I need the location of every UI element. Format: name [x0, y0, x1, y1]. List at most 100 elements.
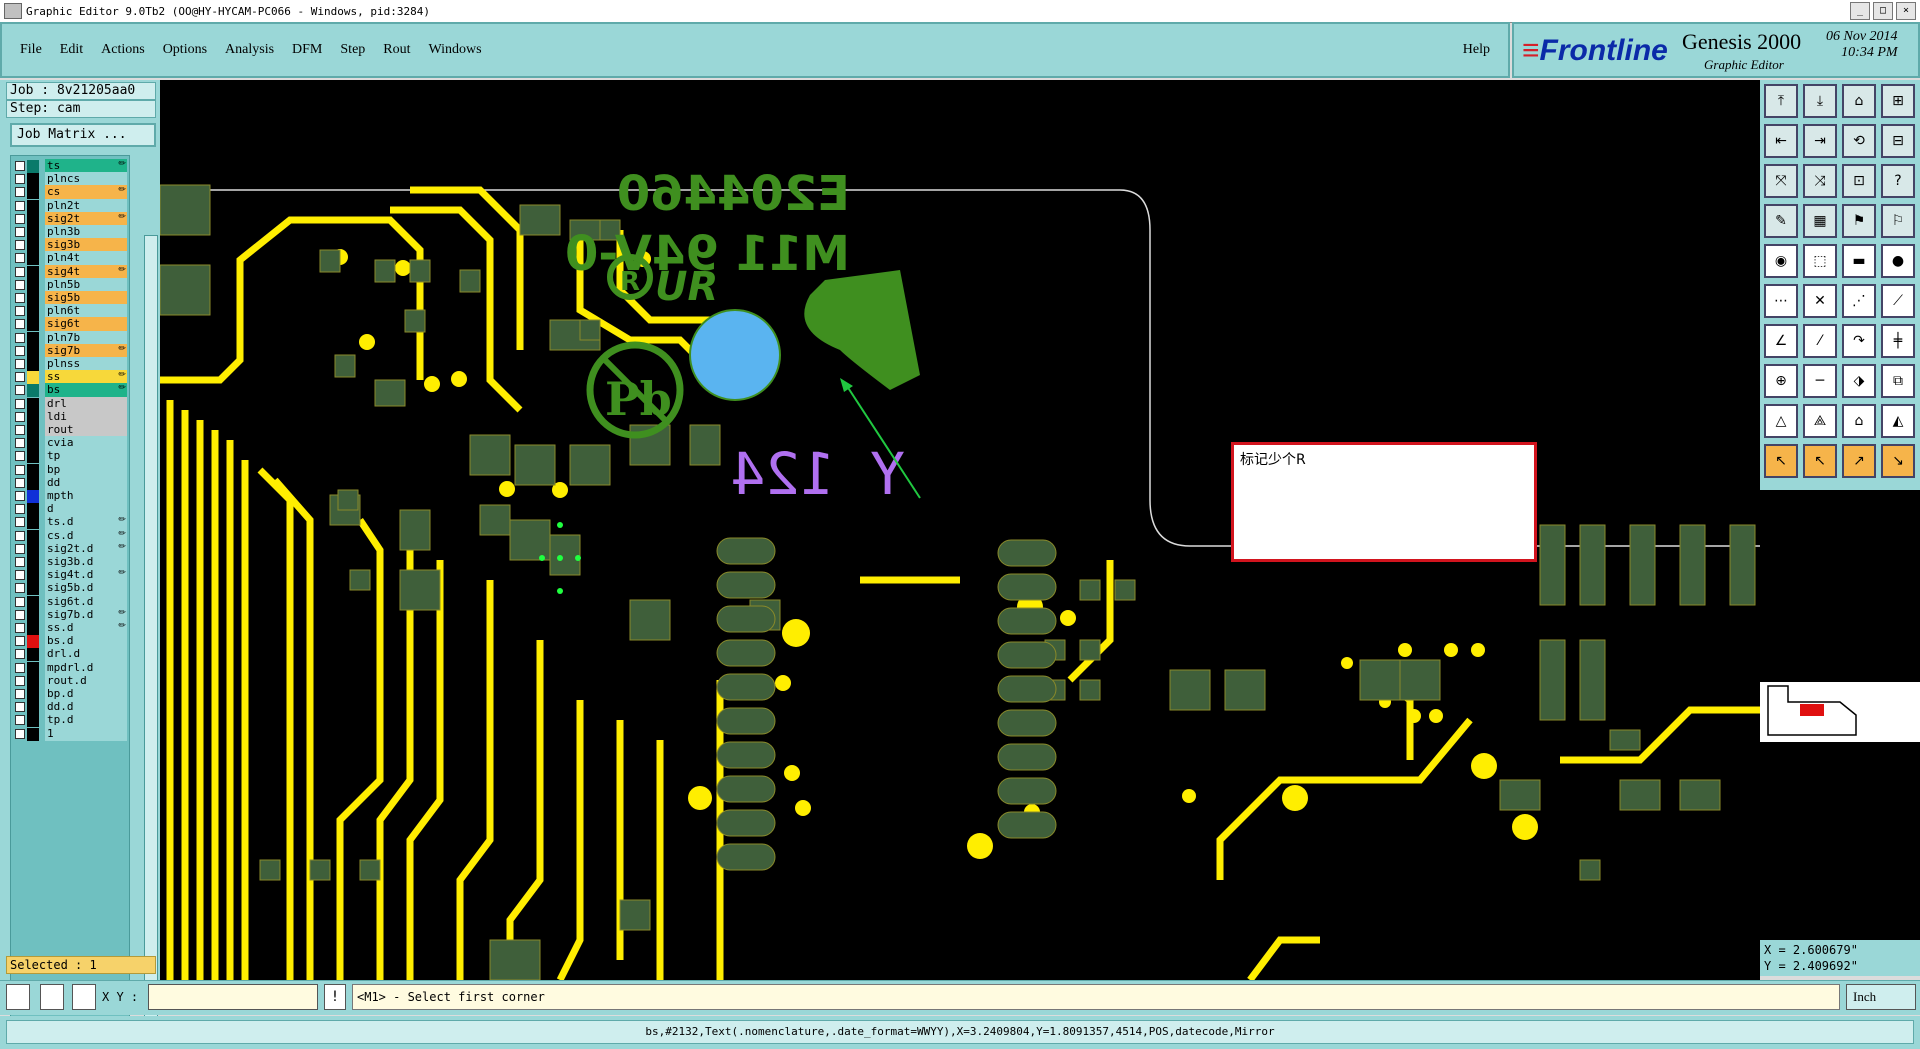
maximize-button[interactable]: □	[1873, 2, 1893, 20]
layer-checkbox[interactable]	[15, 332, 25, 343]
tool-button-icon[interactable]: ╪	[1881, 324, 1915, 358]
layer-name[interactable]: sig2t	[45, 211, 127, 226]
layer-name[interactable]: pln2t	[45, 198, 127, 213]
tool-button-icon[interactable]: ↖	[1803, 444, 1837, 478]
layer-name[interactable]: cs.d	[45, 528, 127, 543]
layer-name[interactable]: bs.d	[45, 634, 127, 649]
layer-name[interactable]: sig3b.d	[45, 555, 127, 569]
snap-icon[interactable]	[6, 984, 30, 1010]
layer-checkbox[interactable]	[15, 279, 25, 290]
tool-button-icon[interactable]: ↖	[1764, 444, 1798, 478]
menu-actions[interactable]: Actions	[101, 42, 145, 58]
layer-checkbox[interactable]	[15, 649, 25, 660]
tool-button-icon[interactable]: ⋯	[1764, 284, 1798, 318]
tool-button-icon[interactable]: ✎	[1764, 204, 1798, 238]
layer-checkbox[interactable]	[15, 372, 25, 383]
measure-icon[interactable]	[40, 984, 64, 1010]
layer-name[interactable]: dd	[45, 475, 127, 490]
layer-checkbox[interactable]	[15, 715, 25, 726]
layer-checkbox[interactable]	[15, 345, 25, 356]
layer-checkbox[interactable]	[15, 570, 25, 581]
layer-checkbox[interactable]	[15, 174, 25, 185]
layer-checkbox[interactable]	[15, 411, 25, 422]
layer-scrollbar[interactable]	[144, 235, 158, 1037]
layer-name[interactable]: sig4t	[45, 264, 127, 279]
menu-dfm[interactable]: DFM	[292, 42, 322, 58]
menu-windows[interactable]: Windows	[429, 42, 482, 58]
tool-button-icon[interactable]: ⤒	[1764, 84, 1798, 118]
tool-button-icon[interactable]: △	[1764, 404, 1798, 438]
tool-button-icon[interactable]: ⊕	[1764, 364, 1798, 398]
layer-name[interactable]: mpdrl.d	[45, 660, 127, 675]
layer-name[interactable]: sig7b	[45, 343, 127, 358]
tool-button-icon[interactable]: ↘	[1881, 444, 1915, 478]
layer-checkbox[interactable]	[15, 227, 25, 237]
layer-checkbox[interactable]	[15, 200, 25, 211]
layer-checkbox[interactable]	[15, 266, 25, 277]
layer-checkbox[interactable]	[15, 213, 25, 224]
tool-button-icon[interactable]: ⊟	[1881, 124, 1915, 158]
layer-name[interactable]: sig7b.d	[45, 607, 127, 622]
layer-checkbox[interactable]	[15, 623, 25, 633]
layer-checkbox[interactable]	[15, 557, 25, 567]
layer-name[interactable]: cs	[45, 185, 127, 200]
layer-checkbox[interactable]	[15, 359, 25, 369]
layer-checkbox[interactable]	[15, 583, 25, 594]
layer-checkbox[interactable]	[15, 702, 25, 713]
layer-name[interactable]: bs	[45, 383, 127, 398]
tool-button-icon[interactable]: ⇤	[1764, 124, 1798, 158]
tool-button-icon[interactable]: ⋰	[1842, 284, 1876, 318]
minimize-button[interactable]: _	[1850, 2, 1870, 20]
menu-step[interactable]: Step	[340, 42, 365, 58]
tool-button-icon[interactable]: ⟋	[1881, 284, 1915, 318]
tool-button-icon[interactable]: ⊞	[1881, 84, 1915, 118]
layer-checkbox[interactable]	[15, 636, 25, 647]
tool-button-icon[interactable]: ⤨	[1803, 164, 1837, 198]
tool-button-icon[interactable]: ↷	[1842, 324, 1876, 358]
layer-name[interactable]: plnss	[45, 357, 127, 371]
layer-checkbox[interactable]	[15, 319, 25, 330]
tool-button-icon[interactable]: ?	[1881, 164, 1915, 198]
layer-row[interactable]: 1	[11, 726, 129, 742]
layer-name[interactable]: rout	[45, 423, 127, 437]
layer-name[interactable]: plncs	[45, 172, 127, 187]
layer-name[interactable]: bp.d	[45, 687, 127, 701]
layer-checkbox[interactable]	[15, 451, 25, 462]
layer-name[interactable]: drl.d	[45, 647, 127, 662]
layer-checkbox[interactable]	[15, 477, 25, 488]
tool-button-icon[interactable]: ⇥	[1803, 124, 1837, 158]
layer-checkbox[interactable]	[15, 464, 25, 475]
layer-name[interactable]: pln3b	[45, 225, 127, 239]
menu-rout[interactable]: Rout	[383, 42, 410, 58]
layer-name[interactable]: sig2t.d	[45, 541, 127, 556]
tool-button-icon[interactable]: ◭	[1881, 404, 1915, 438]
layer-checkbox[interactable]	[15, 609, 25, 620]
tool-button-icon[interactable]: ⌂	[1842, 84, 1876, 118]
tool-button-icon[interactable]: ⬚	[1803, 244, 1837, 278]
grid-icon[interactable]	[72, 984, 96, 1010]
tool-button-icon[interactable]: ↗	[1842, 444, 1876, 478]
layer-checkbox[interactable]	[15, 517, 25, 528]
layer-checkbox[interactable]	[15, 491, 25, 501]
tool-button-icon[interactable]: ⧉	[1881, 364, 1915, 398]
layer-checkbox[interactable]	[15, 543, 25, 554]
layer-checkbox[interactable]	[15, 530, 25, 541]
layer-name[interactable]: pln4t	[45, 251, 127, 266]
layer-name[interactable]: pln7b	[45, 330, 127, 345]
job-matrix-button[interactable]: Job Matrix ...	[10, 123, 156, 147]
layer-name[interactable]: sig6t.d	[45, 594, 127, 609]
layer-name[interactable]: ts.d	[45, 515, 127, 530]
layer-name[interactable]: d	[45, 502, 127, 517]
layer-checkbox[interactable]	[15, 425, 25, 435]
xy-input[interactable]	[148, 984, 318, 1010]
minimap[interactable]	[1760, 490, 1920, 940]
layer-name[interactable]: 1	[45, 726, 127, 741]
tool-button-icon[interactable]: ▬	[1842, 244, 1876, 278]
layer-checkbox[interactable]	[15, 675, 25, 686]
tool-button-icon[interactable]: ✕	[1803, 284, 1837, 318]
tool-button-icon[interactable]: ⌂	[1842, 404, 1876, 438]
layer-checkbox[interactable]	[15, 398, 25, 409]
tool-button-icon[interactable]: ⬗	[1842, 364, 1876, 398]
unit-selector[interactable]: Inch	[1846, 984, 1916, 1010]
layer-name[interactable]: sig3b	[45, 238, 127, 253]
